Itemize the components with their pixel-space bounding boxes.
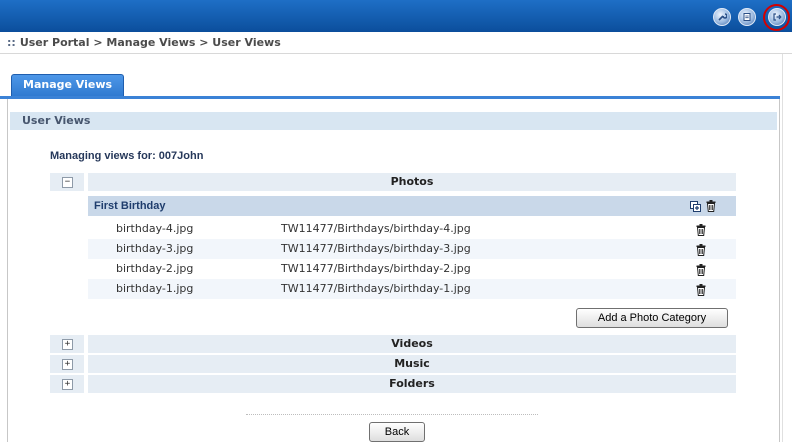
file-row: birthday-3.jpg TW11477/Birthdays/birthda… [88, 239, 736, 259]
highlight-ring [763, 4, 790, 31]
category-folders: + Folders [50, 375, 736, 393]
category-title: Folders [88, 375, 736, 393]
category-music: + Music [50, 355, 736, 373]
notes-icon[interactable] [738, 8, 756, 26]
plus-icon: + [62, 359, 73, 370]
grip-icon: :: [7, 36, 16, 49]
category-videos: + Videos [50, 335, 736, 353]
file-path: TW11477/Birthdays/birthday-4.jpg [281, 222, 471, 235]
file-row: birthday-1.jpg TW11477/Birthdays/birthda… [88, 279, 736, 299]
add-photo-category-button[interactable]: Add a Photo Category [576, 308, 728, 328]
trash-icon[interactable] [696, 283, 706, 303]
category-title: Videos [88, 335, 736, 353]
back-button[interactable]: Back [369, 422, 425, 442]
category-photos: − Photos [50, 173, 736, 191]
file-row: birthday-4.jpg TW11477/Birthdays/birthda… [88, 219, 736, 239]
minus-icon: − [62, 177, 73, 188]
expand-toggle[interactable]: + [50, 335, 84, 353]
section-title: User Views [10, 112, 777, 130]
category-title: Music [88, 355, 736, 373]
trash-icon[interactable] [706, 199, 716, 219]
divider [246, 414, 538, 415]
scrollbar[interactable] [782, 54, 792, 442]
expand-toggle[interactable]: + [50, 355, 84, 373]
managing-label: Managing views for: 007John [50, 150, 204, 162]
tab-manage-views[interactable]: Manage Views [11, 74, 125, 97]
breadcrumb-text: User Portal > Manage Views > User Views [19, 36, 281, 49]
wrench-icon[interactable] [713, 8, 731, 26]
plus-icon: + [62, 379, 73, 390]
file-path: TW11477/Birthdays/birthday-1.jpg [281, 282, 471, 295]
file-path: TW11477/Birthdays/birthday-3.jpg [281, 242, 471, 255]
category-title: Photos [88, 173, 736, 191]
album-header: First Birthday [88, 196, 736, 216]
album-title: First Birthday [94, 200, 166, 212]
plus-icon: + [62, 339, 73, 350]
file-path: TW11477/Birthdays/birthday-2.jpg [281, 262, 471, 275]
breadcrumb: :: User Portal > Manage Views > User View… [0, 32, 792, 54]
album-actions [689, 199, 716, 219]
file-row: birthday-2.jpg TW11477/Birthdays/birthda… [88, 259, 736, 279]
file-name: birthday-4.jpg [116, 222, 194, 235]
top-bar [0, 0, 792, 32]
add-item-icon[interactable] [689, 199, 701, 219]
expand-toggle[interactable]: + [50, 375, 84, 393]
file-name: birthday-1.jpg [116, 282, 194, 295]
collapse-toggle[interactable]: − [50, 173, 84, 191]
file-name: birthday-2.jpg [116, 262, 194, 275]
file-name: birthday-3.jpg [116, 242, 194, 255]
